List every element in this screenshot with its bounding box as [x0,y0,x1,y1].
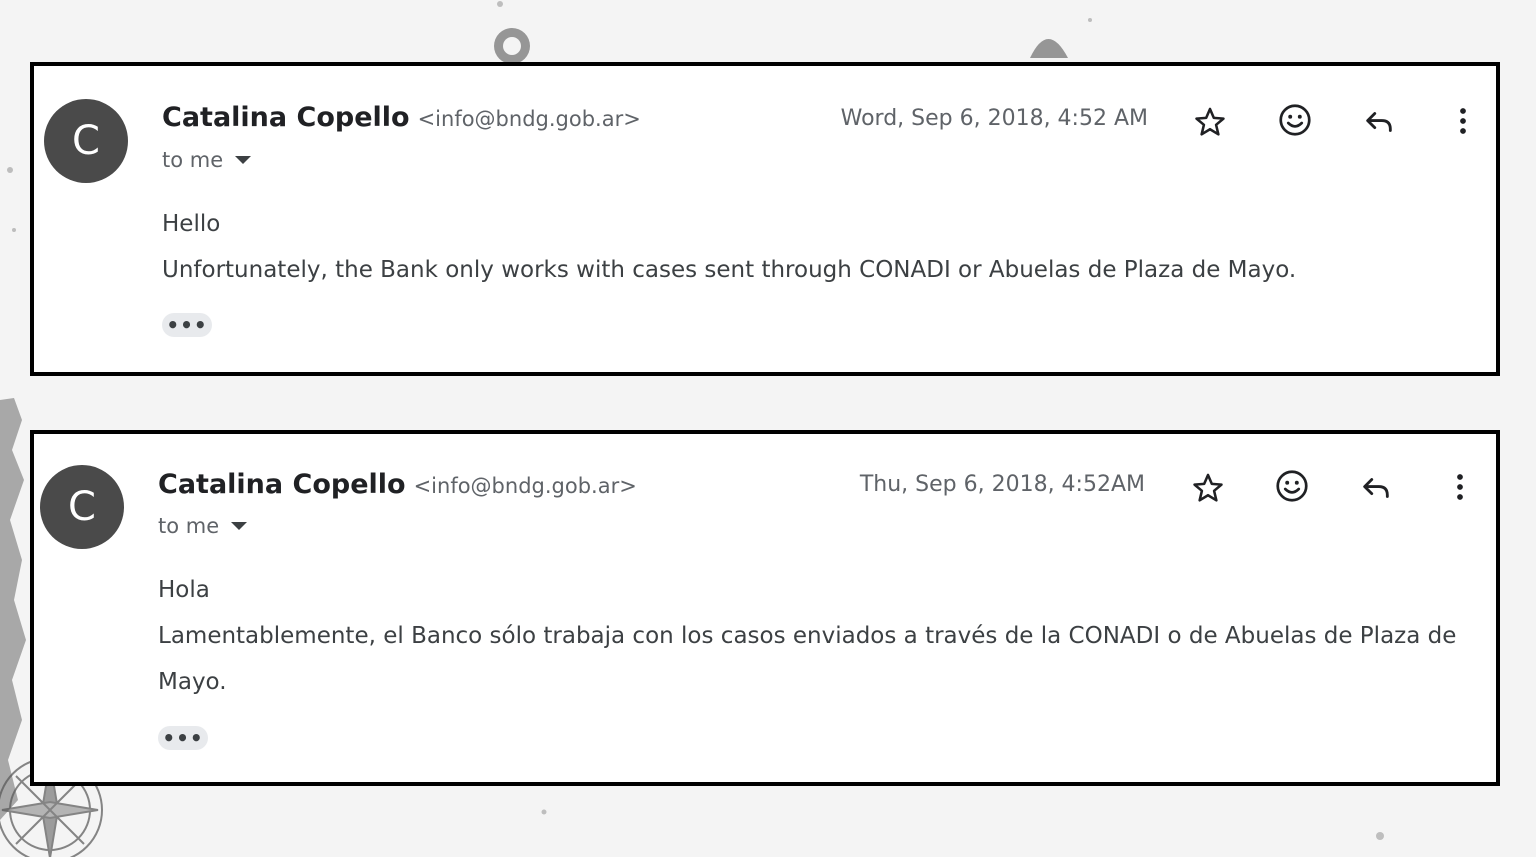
sender-line: Catalina Copello <info@bndg.gob.ar> [162,102,641,133]
sender-email: <info@bndg.gob.ar> [413,474,637,498]
reply-icon[interactable] [1357,100,1401,144]
sender-avatar[interactable]: C [44,99,128,183]
sender-email: <info@bndg.gob.ar> [417,107,641,131]
email-message-1: C Catalina Copello <info@bndg.gob.ar> to… [30,62,1500,376]
star-icon[interactable] [1188,100,1232,144]
show-trimmed-content-button[interactable]: ••• [162,313,212,337]
sender-line: Catalina Copello <info@bndg.gob.ar> [158,469,637,500]
message-greeting: Hello [162,211,221,237]
star-icon[interactable] [1186,466,1230,510]
more-vert-icon[interactable] [1441,99,1485,143]
message-date: Thu, Sep 6, 2018, 4:52AM [859,472,1145,497]
sender-name[interactable]: Catalina Copello [158,469,406,500]
reply-icon[interactable] [1354,466,1398,510]
recipient-toggle[interactable]: to me [162,148,252,172]
message-text: Lamentablemente, el Banco sólo trabaja c… [158,623,1457,695]
sender-avatar[interactable]: C [40,465,124,549]
message-text: Unfortunately, the Bank only works with … [162,257,1297,283]
show-trimmed-content-button[interactable]: ••• [158,726,208,750]
recipient-toggle[interactable]: to me [158,514,248,538]
sender-name[interactable]: Catalina Copello [162,102,410,133]
chevron-down-icon[interactable] [231,522,248,530]
emoji-icon[interactable] [1270,464,1314,508]
email-message-2: C Catalina Copello <info@bndg.gob.ar> to… [30,430,1500,786]
emoji-icon[interactable] [1273,98,1317,142]
more-vert-icon[interactable] [1438,465,1482,509]
recipient-label: to me [158,514,220,538]
message-body: Hola Lamentablemente, el Banco sólo trab… [158,567,1478,705]
message-body: Hello Unfortunately, the Bank only works… [162,201,1472,293]
chevron-down-icon[interactable] [235,156,252,164]
recipient-label: to me [162,148,224,172]
message-date: Word, Sep 6, 2018, 4:52 AM [840,106,1148,131]
message-greeting: Hola [158,577,210,603]
